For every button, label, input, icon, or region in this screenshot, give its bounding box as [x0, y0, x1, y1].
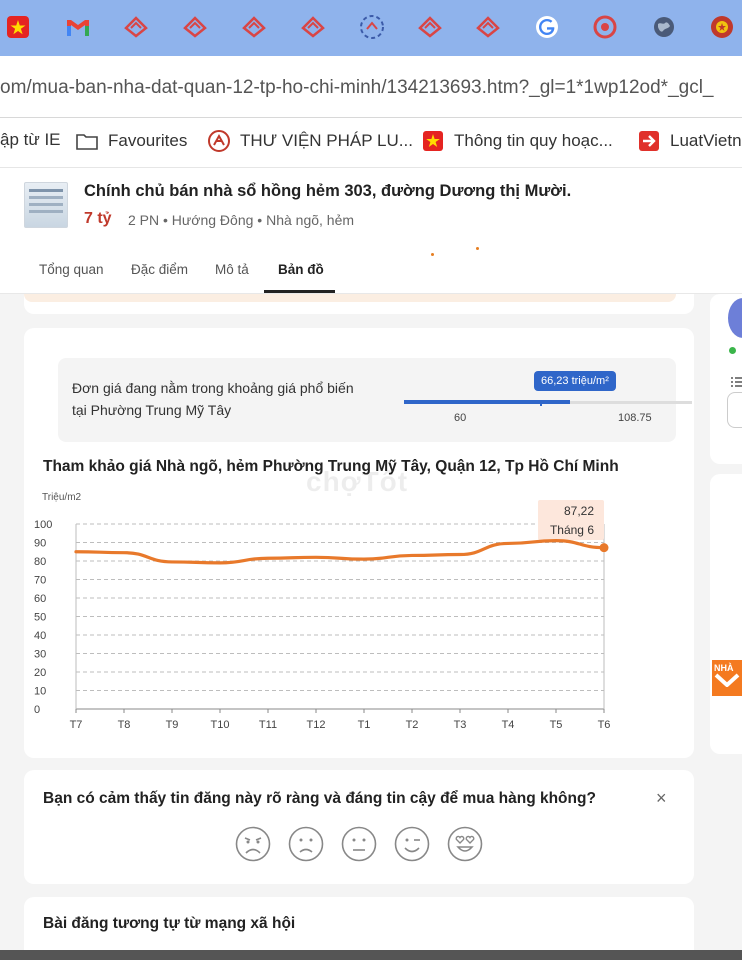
listing-meta: 2 PN • Hướng Đông • Nhà ngõ, hẻm	[128, 212, 355, 228]
tab-features[interactable]: Đặc điểm	[131, 262, 188, 277]
price-range-text: Đơn giá đang nằm trong khoảng giá phổ bi…	[72, 380, 354, 418]
nha-badge-label: NHÀ	[714, 663, 734, 673]
browser-tab-strip	[0, 0, 742, 56]
url-text[interactable]: om/mua-ban-nha-dat-quan-12-tp-ho-chi-min…	[0, 77, 714, 99]
active-data-point	[599, 543, 609, 553]
x-tick-label: T10	[211, 719, 230, 731]
price-range-box: Đơn giá đang nằm trong khoảng giá phổ bi…	[58, 358, 692, 442]
diamond-logo-icon[interactable]	[240, 13, 268, 41]
wink-face-icon[interactable]	[394, 826, 430, 862]
y-tick-label: 10	[34, 686, 46, 698]
y-axis-label: Triệu/m2	[42, 492, 82, 503]
price-reference-card: Đơn giá đang nằm trong khoảng giá phổ bi…	[24, 328, 694, 758]
feedback-question: Bạn có cảm thấy tin đăng này rõ ràng và …	[43, 790, 596, 807]
emblem-icon[interactable]	[708, 13, 736, 41]
listing-price: 7 tỷ	[84, 210, 112, 227]
taskbar-strip	[0, 950, 742, 960]
y-tick-label: 80	[34, 556, 46, 568]
bookmark-law-library[interactable]: THƯ VIỆN PHÁP LU...	[208, 130, 413, 152]
bookmark-label: LuatVietna	[670, 131, 742, 150]
online-status-dot	[729, 347, 736, 354]
bookmarks-bar: ập từ IE Favourites THƯ VIỆN PHÁP LU... …	[0, 118, 742, 168]
tooltip-value: 87,22	[564, 504, 594, 518]
x-tick-label: T1	[358, 719, 371, 731]
bookmark-label: THƯ VIỆN PHÁP LU...	[240, 131, 413, 150]
x-tick-label: T8	[118, 719, 131, 731]
loading-spinner-icon[interactable]	[358, 13, 386, 41]
decorative-dot	[476, 247, 479, 250]
tab-description[interactable]: Mô tả	[215, 262, 249, 277]
x-tick-label: T3	[454, 719, 467, 731]
close-icon[interactable]: ×	[656, 788, 667, 809]
previous-card	[24, 294, 694, 314]
tab-map[interactable]: Bản đồ	[278, 262, 324, 277]
x-tick-label: T6	[598, 719, 611, 731]
red-circle-icon[interactable]	[591, 13, 619, 41]
price-range-marker	[540, 400, 542, 406]
bookmark-label: Favourites	[108, 131, 188, 150]
x-tick-label: T11	[259, 719, 277, 731]
nha-badge[interactable]: NHÀ	[712, 660, 742, 696]
bookmark-favourites[interactable]: Favourites	[76, 130, 187, 152]
y-tick-label: 60	[34, 593, 46, 605]
listing-header: Chính chủ bán nhà sổ hồng hẻm 303, đường…	[0, 168, 742, 294]
price-line-chart[interactable]: Triệu/m2 0 10 20 30 40 50 60 70 80 90 100 T7 T8 T9 T10 T…	[24, 483, 694, 743]
tooltip-label: Tháng 6	[550, 523, 594, 537]
x-tick-label: T12	[307, 719, 326, 731]
sad-face-icon[interactable]	[288, 826, 324, 862]
feedback-card: Bạn có cảm thấy tin đăng này rõ ràng và …	[24, 770, 694, 884]
x-tick-label: T4	[502, 719, 515, 731]
angry-face-icon[interactable]	[235, 826, 271, 862]
price-range-min: 60	[454, 412, 467, 424]
y-tick-label: 20	[34, 667, 46, 679]
vietnam-flag-icon[interactable]	[4, 13, 32, 41]
y-tick-label: 40	[34, 630, 46, 642]
social-posts-title: Bài đăng tương tự từ mạng xã hội	[43, 915, 296, 932]
x-tick-label: T5	[550, 719, 563, 731]
y-tick-label: 0	[34, 704, 40, 716]
y-tick-label: 70	[34, 575, 46, 587]
bookmark-planning-info[interactable]: Thông tin quy hoạc...	[422, 130, 613, 152]
diamond-logo-icon[interactable]	[299, 13, 327, 41]
diamond-logo-icon[interactable]	[416, 13, 444, 41]
y-tick-label: 30	[34, 649, 46, 661]
bookmark-luatvietnam[interactable]: LuatVietna	[638, 130, 742, 152]
price-range-fill	[404, 400, 570, 404]
y-tick-label: 100	[34, 519, 52, 531]
current-price-label: 66,23 triệu/m²	[534, 371, 616, 391]
arrow-right-icon	[638, 130, 660, 152]
x-tick-label: T7	[70, 719, 83, 731]
google-icon[interactable]	[533, 13, 561, 41]
gmail-icon[interactable]	[64, 13, 92, 41]
price-series-line	[74, 539, 606, 565]
diamond-logo-icon[interactable]	[122, 13, 150, 41]
x-tick-label: T2	[406, 719, 419, 731]
price-range-max: 108.75	[618, 412, 652, 424]
diamond-logo-icon[interactable]	[474, 13, 502, 41]
vietnam-flag-icon	[422, 130, 444, 152]
law-library-icon	[208, 130, 230, 152]
x-tick-label: T9	[166, 719, 179, 731]
y-tick-label: 90	[34, 538, 46, 550]
bookmark-import-ie[interactable]: ập từ IE	[0, 130, 61, 150]
listing-title: Chính chủ bán nhà sổ hồng hẻm 303, đường…	[84, 182, 572, 200]
bookmark-label: ập từ IE	[0, 130, 61, 149]
tab-overview[interactable]: Tổng quan	[39, 262, 104, 277]
active-tab-indicator	[264, 290, 335, 293]
listing-thumbnail[interactable]	[24, 182, 68, 228]
seller-action-button[interactable]	[727, 392, 742, 428]
decorative-dot	[431, 253, 434, 256]
neutral-face-icon[interactable]	[341, 826, 377, 862]
list-icon[interactable]	[730, 375, 742, 387]
heart-eyes-face-icon[interactable]	[447, 826, 483, 862]
side-banner-panel	[710, 474, 742, 754]
y-tick-label: 50	[34, 612, 46, 624]
globe-icon[interactable]	[650, 13, 678, 41]
folder-icon	[76, 130, 98, 152]
address-bar[interactable]: om/mua-ban-nha-dat-quan-12-tp-ho-chi-min…	[0, 56, 742, 118]
bookmark-label: Thông tin quy hoạc...	[454, 131, 613, 150]
diamond-logo-icon[interactable]	[181, 13, 209, 41]
